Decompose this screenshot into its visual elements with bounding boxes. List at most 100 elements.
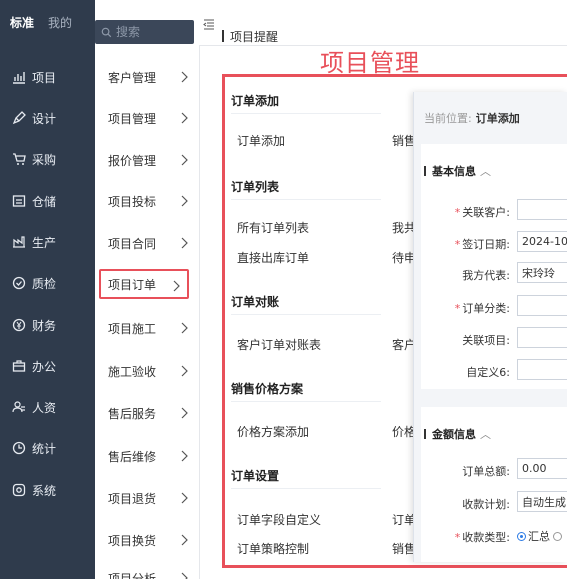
required-mark: * [454,238,461,251]
link-customer-reconcile[interactable]: 客户订单对账表 [237,336,321,353]
link-all-orders[interactable]: 所有订单列表 [237,219,309,236]
submenu-item-repair[interactable]: 售后维修 [95,441,199,471]
related-project-field[interactable] [517,327,567,348]
tab-standard[interactable]: 标准 [10,14,34,31]
link-order-strategy[interactable]: 订单策略控制 [237,540,309,557]
search-box[interactable] [95,20,194,44]
order-category-field[interactable] [517,295,567,316]
field-label: 自定义6: [466,366,510,379]
field-label: 我方代表: [462,269,510,282]
submenu-item-exchange[interactable]: 项目换货 [95,525,199,555]
nav-item-hr[interactable]: 人资 [0,392,95,422]
chevron-right-icon [181,322,188,334]
submenu-item-order[interactable]: 项目订单 [99,269,189,299]
submenu-column: 客户管理 项目管理 报价管理 项目投标 项目合同 项目订单 项目施工 施工验收 … [95,45,200,579]
check-circle-icon [12,276,26,290]
link-order-fields[interactable]: 订单字段自定义 [237,511,321,528]
tab-mine[interactable]: 我的 [48,14,72,31]
chevron-right-icon [181,71,188,83]
label-order-total: 订单总额: [420,463,510,479]
submenu-item-customer[interactable]: 客户管理 [95,62,199,92]
nav-item-stats[interactable]: 统计 [0,433,95,463]
label-custom-6: 自定义6: [420,364,510,380]
nav-item-label: 生产 [32,235,57,250]
sign-date-field[interactable]: 2024-10- [517,231,567,252]
submenu-item-project-manage[interactable]: 项目管理 [95,103,199,133]
nav-item-purchase[interactable]: 采购 [0,144,95,174]
nav-item-warehouse[interactable]: 仓储 [0,186,95,216]
submenu-item-label: 报价管理 [108,153,157,168]
payment-type-radio-group: 汇总 [517,528,564,544]
search-icon [101,27,112,37]
pen-icon [12,111,26,125]
submenu-item-label: 项目管理 [108,111,157,126]
field-label: 订单分类: [462,302,510,315]
chevron-right-icon [181,195,188,207]
search-input[interactable] [116,25,186,39]
chevron-right-icon [181,534,188,546]
section-amount-info[interactable]: 金额信息 ︿ [424,426,491,442]
nav-item-label: 质检 [32,276,57,291]
nav-item-finance[interactable]: 财务 [0,310,95,340]
nav-item-label: 人资 [32,400,57,415]
chevron-up-icon[interactable]: ︿ [480,428,491,441]
submenu-item-analysis[interactable]: 项目分析 [95,563,199,579]
chevron-right-icon [181,365,188,377]
nav-item-label: 系统 [32,483,57,498]
chevron-right-icon [181,154,188,166]
customer-field[interactable] [517,199,567,220]
field-label: 关联项目: [462,334,510,347]
section-marker [424,166,426,176]
nav-item-office[interactable]: 办公 [0,351,95,381]
chevron-up-icon[interactable]: ︿ [480,165,491,178]
main-nav-rail: 标准 我的 项目 设计 采购 仓储 生产 质检 财务 办公 人资 统计 系统 [0,0,95,579]
nav-item-design[interactable]: 设计 [0,103,95,133]
radio-other[interactable] [553,531,562,541]
submenu-item-construction[interactable]: 项目施工 [95,313,199,343]
submenu-item-quote[interactable]: 报价管理 [95,145,199,175]
submenu-item-label: 项目合同 [108,236,157,251]
submenu-item-label: 售后服务 [108,406,157,421]
link-price-plan-add[interactable]: 价格方案添加 [237,423,309,440]
representative-field[interactable]: 宋玲玲 [517,262,567,283]
submenu-item-label: 项目投标 [108,194,157,209]
submenu-item-label: 售后维修 [108,449,157,464]
custom-6-field[interactable] [517,359,567,380]
label-payment-plan: 收款计划: [420,496,510,512]
breadcrumb-marker [222,30,224,42]
link-direct-outbound[interactable]: 直接出库订单 [237,249,309,266]
submenu-item-after-sales[interactable]: 售后服务 [95,398,199,428]
submenu-item-label: 项目换货 [108,533,157,548]
submenu-item-bid[interactable]: 项目投标 [95,186,199,216]
order-total-field[interactable]: 0.00 [517,458,567,479]
submenu-item-return[interactable]: 项目退货 [95,483,199,513]
payment-plan-select[interactable]: 自动生成 [517,491,567,512]
location-prefix: 当前位置: [424,112,472,125]
page-title: 项目管理 [320,49,420,77]
form-location: 当前位置: 订单添加 [424,110,520,126]
submenu-item-contract[interactable]: 项目合同 [95,228,199,258]
collapse-menu-icon[interactable] [203,18,215,30]
cart-icon [12,152,26,166]
nav-item-system[interactable]: 系统 [0,475,95,505]
top-bar [200,0,567,20]
group-title-reconcile: 订单对账 [231,295,280,309]
nav-item-production[interactable]: 生产 [0,227,95,257]
radio-summary[interactable] [517,531,526,541]
link-order-add[interactable]: 订单添加 [237,132,285,149]
submenu-item-acceptance[interactable]: 施工验收 [95,356,199,386]
label-sign-date: * 签订日期: [420,236,510,252]
people-icon [12,400,26,414]
radio-summary-label[interactable]: 汇总 [528,528,550,544]
group-divider [231,314,381,315]
nav-item-quality[interactable]: 质检 [0,268,95,298]
submenu-item-label: 项目施工 [108,321,157,336]
settings-icon [12,483,26,497]
nav-item-project[interactable]: 项目 [0,62,95,92]
nav-tabs: 标准 我的 [0,0,95,45]
field-label: 收款类型: [462,531,510,544]
group-title-order-add: 订单添加 [231,94,280,108]
section-basic-info[interactable]: 基本信息 ︿ [424,163,491,179]
breadcrumb-label[interactable]: 项目提醒 [230,28,278,45]
nav-item-label: 仓储 [32,194,57,209]
